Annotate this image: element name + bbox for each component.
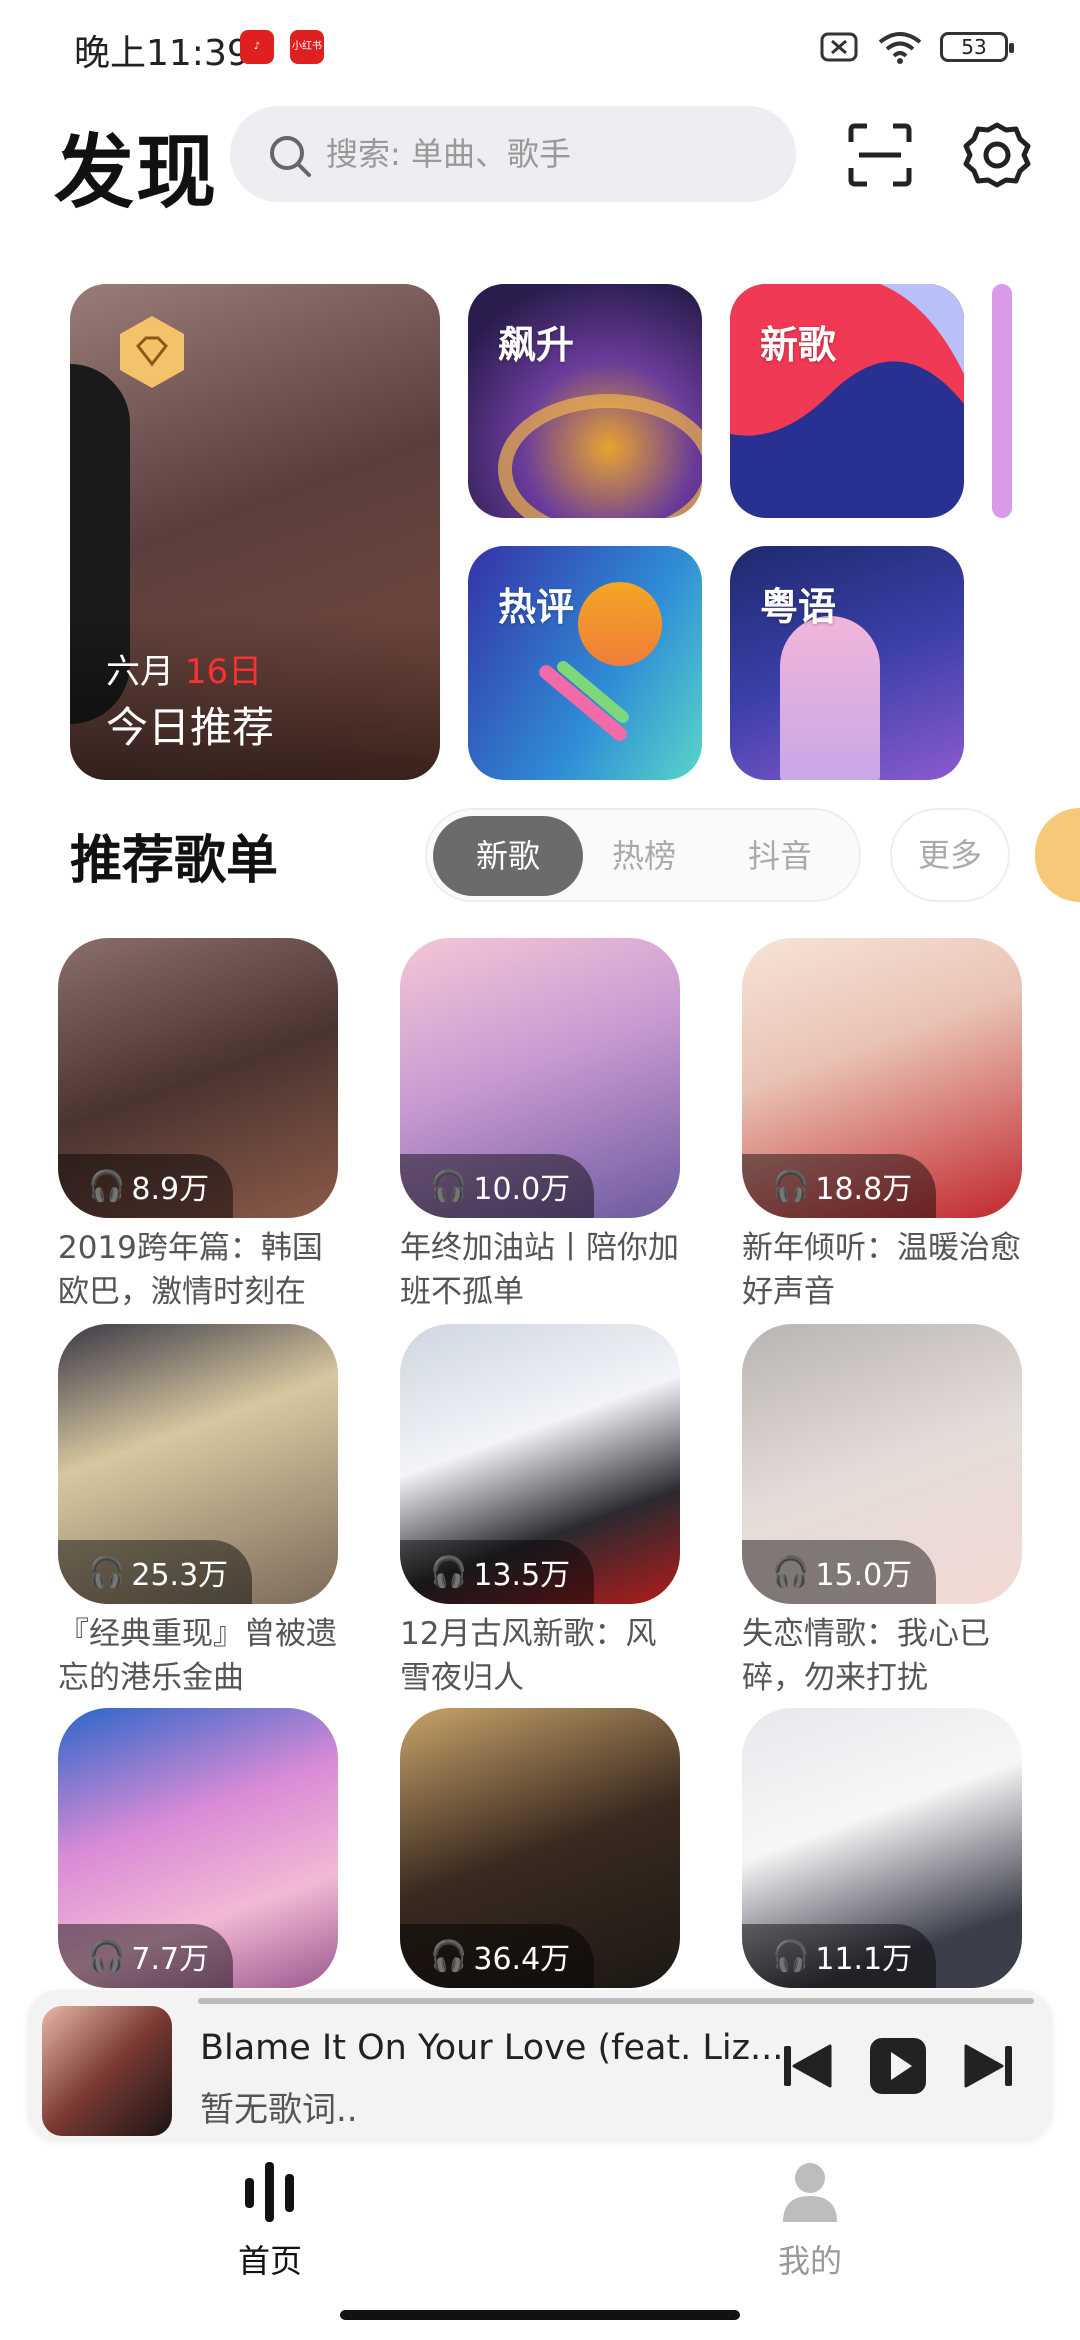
tab-douyin[interactable]: 抖音 bbox=[705, 816, 855, 896]
playlist-cover: 🎧 18.8万 bbox=[742, 938, 1022, 1218]
playlist-name: 『经典重现』曾被遗忘的港乐金曲 bbox=[58, 1616, 337, 1696]
playlist-name: 新年倾听：温暖治愈好声音 bbox=[742, 1230, 1021, 1310]
headphones-icon: 🎧 bbox=[430, 1168, 468, 1204]
tile-hot-comments-label: 热评 bbox=[498, 585, 575, 629]
daily-recommend-card[interactable]: 六月 16日 今日推荐 bbox=[70, 284, 440, 780]
playlist-cover: 🎧 13.5万 bbox=[400, 1324, 680, 1604]
playlist-cover: 🎧 25.3万 bbox=[58, 1324, 338, 1604]
tile-partial-next[interactable] bbox=[992, 284, 1012, 518]
home-indicator[interactable] bbox=[340, 2310, 740, 2320]
tile-cantonese-label: 粤语 bbox=[760, 585, 837, 629]
nav-mine[interactable]: 我的 bbox=[710, 2160, 910, 2282]
headphones-icon: 🎧 bbox=[88, 1168, 126, 1204]
tab-hot-chart[interactable]: 热榜 bbox=[569, 816, 719, 896]
play-count: 15.0万 bbox=[815, 1558, 913, 1593]
partial-orange-button[interactable] bbox=[1035, 808, 1080, 902]
nav-home-label: 首页 bbox=[237, 2242, 302, 2280]
play-count: 7.7万 bbox=[131, 1942, 210, 1977]
play-icon[interactable] bbox=[866, 2034, 930, 2098]
mini-player[interactable]: Blame It On Your Love (feat. Liz... 暂无歌词… bbox=[28, 1990, 1052, 2140]
nav-mine-label: 我的 bbox=[777, 2242, 842, 2280]
playlist-name: 12月古风新歌：风雪夜归人 bbox=[400, 1616, 657, 1696]
playlist-cover: 🎧 15.0万 bbox=[742, 1324, 1022, 1604]
play-count: 8.9万 bbox=[131, 1172, 210, 1207]
tile-rising-chart[interactable]: 飙升 bbox=[468, 284, 702, 518]
play-count: 11.1万 bbox=[815, 1942, 913, 1977]
playlist-card[interactable]: 🎧 36.4万 bbox=[400, 1708, 680, 1988]
search-input[interactable] bbox=[326, 126, 766, 182]
battery-indicator: 53 bbox=[940, 32, 1014, 62]
now-playing-artwork bbox=[42, 2006, 172, 2136]
headphones-icon: 🎧 bbox=[88, 1938, 126, 1974]
tile-new-songs[interactable]: 新歌 bbox=[730, 284, 964, 518]
play-count: 25.3万 bbox=[131, 1558, 229, 1593]
more-button[interactable]: 更多 bbox=[890, 808, 1010, 902]
cantonese-figure-graphic bbox=[780, 616, 880, 780]
status-time: 晚上11:39 bbox=[74, 33, 250, 74]
playlist-card[interactable]: 🎧 8.9万 2019跨年篇：韩国欧巴，激情时刻在 bbox=[58, 938, 338, 1314]
headphones-icon: 🎧 bbox=[772, 1554, 810, 1590]
playlist-cover: 🎧 11.1万 bbox=[742, 1708, 1022, 1988]
previous-track-icon[interactable] bbox=[776, 2034, 840, 2098]
vip-diamond-icon bbox=[120, 316, 184, 388]
playlist-cover: 🎧 7.7万 bbox=[58, 1708, 338, 1988]
section-title: 推荐歌单 bbox=[70, 831, 279, 891]
headphones-icon: 🎧 bbox=[430, 1554, 468, 1590]
scan-icon[interactable] bbox=[845, 120, 915, 190]
playlist-name: 失恋情歌：我心已碎，勿来打扰 bbox=[742, 1616, 990, 1696]
headphones-icon: 🎧 bbox=[430, 1938, 468, 1974]
now-playing-title: Blame It On Your Love (feat. Liz... bbox=[200, 2028, 780, 2068]
playlist-card[interactable]: 🎧 10.0万 年终加油站丨陪你加班不孤单 bbox=[400, 938, 680, 1314]
playlist-name: 2019跨年篇：韩国欧巴，激情时刻在 bbox=[58, 1230, 323, 1310]
home-bars-icon bbox=[245, 2162, 294, 2222]
playlist-card[interactable]: 🎧 13.5万 12月古风新歌：风雪夜归人 bbox=[400, 1324, 680, 1700]
daily-day: 16日 bbox=[184, 652, 263, 692]
tab-new-songs[interactable]: 新歌 bbox=[433, 816, 583, 896]
now-playing-lyric: 暂无歌词.. bbox=[200, 2090, 358, 2130]
playlist-cover: 🎧 8.9万 bbox=[58, 938, 338, 1218]
headphones-icon: 🎧 bbox=[772, 1168, 810, 1204]
wifi-icon bbox=[878, 32, 922, 64]
playlist-cover: 🎧 10.0万 bbox=[400, 938, 680, 1218]
playlist-card[interactable]: 🎧 25.3万 『经典重现』曾被遗忘的港乐金曲 bbox=[58, 1324, 338, 1700]
sim-status-icon bbox=[820, 32, 858, 62]
xiaohongshu-notification-icon: 小红书 bbox=[290, 30, 324, 64]
play-count: 10.0万 bbox=[473, 1172, 571, 1207]
daily-recommend-label: 今日推荐 bbox=[106, 703, 275, 752]
nav-home[interactable]: 首页 bbox=[170, 2160, 370, 2282]
playlist-card[interactable]: 🎧 7.7万 bbox=[58, 1708, 338, 1988]
headphones-icon: 🎧 bbox=[88, 1554, 126, 1590]
playback-progress[interactable] bbox=[198, 1998, 1034, 2004]
tile-rising-label: 飙升 bbox=[498, 323, 575, 367]
next-track-icon[interactable] bbox=[956, 2034, 1020, 2098]
page-title: 发现 bbox=[54, 126, 218, 219]
playlist-card[interactable]: 🎧 15.0万 失恋情歌：我心已碎，勿来打扰 bbox=[742, 1324, 1022, 1700]
play-count: 18.8万 bbox=[815, 1172, 913, 1207]
playlist-name: 年终加油站丨陪你加班不孤单 bbox=[400, 1230, 679, 1310]
play-count: 36.4万 bbox=[473, 1942, 571, 1977]
headphones-icon: 🎧 bbox=[772, 1938, 810, 1974]
tile-cantonese[interactable]: 粤语 bbox=[730, 546, 964, 780]
tile-hot-comments[interactable]: 热评 bbox=[468, 546, 702, 780]
top-header: 发现 bbox=[0, 100, 1080, 219]
tile-new-songs-label: 新歌 bbox=[760, 323, 837, 367]
play-count: 13.5万 bbox=[473, 1558, 571, 1593]
search-icon bbox=[270, 136, 311, 177]
playlist-card[interactable]: 🎧 11.1万 bbox=[742, 1708, 1022, 1988]
profile-icon bbox=[783, 2163, 837, 2222]
settings-gear-icon[interactable] bbox=[962, 120, 1032, 190]
netease-notification-icon: ♪ bbox=[240, 30, 274, 64]
status-bar: 晚上11:39 ♪ 小红书 53 bbox=[0, 0, 1080, 90]
playlist-card[interactable]: 🎧 18.8万 新年倾听：温暖治愈好声音 bbox=[742, 938, 1022, 1314]
daily-month: 六月 bbox=[106, 652, 174, 692]
search-bar[interactable] bbox=[230, 106, 796, 202]
playlist-tabs: 新歌 热榜 抖音 bbox=[425, 808, 861, 902]
playlist-cover: 🎧 36.4万 bbox=[400, 1708, 680, 1988]
